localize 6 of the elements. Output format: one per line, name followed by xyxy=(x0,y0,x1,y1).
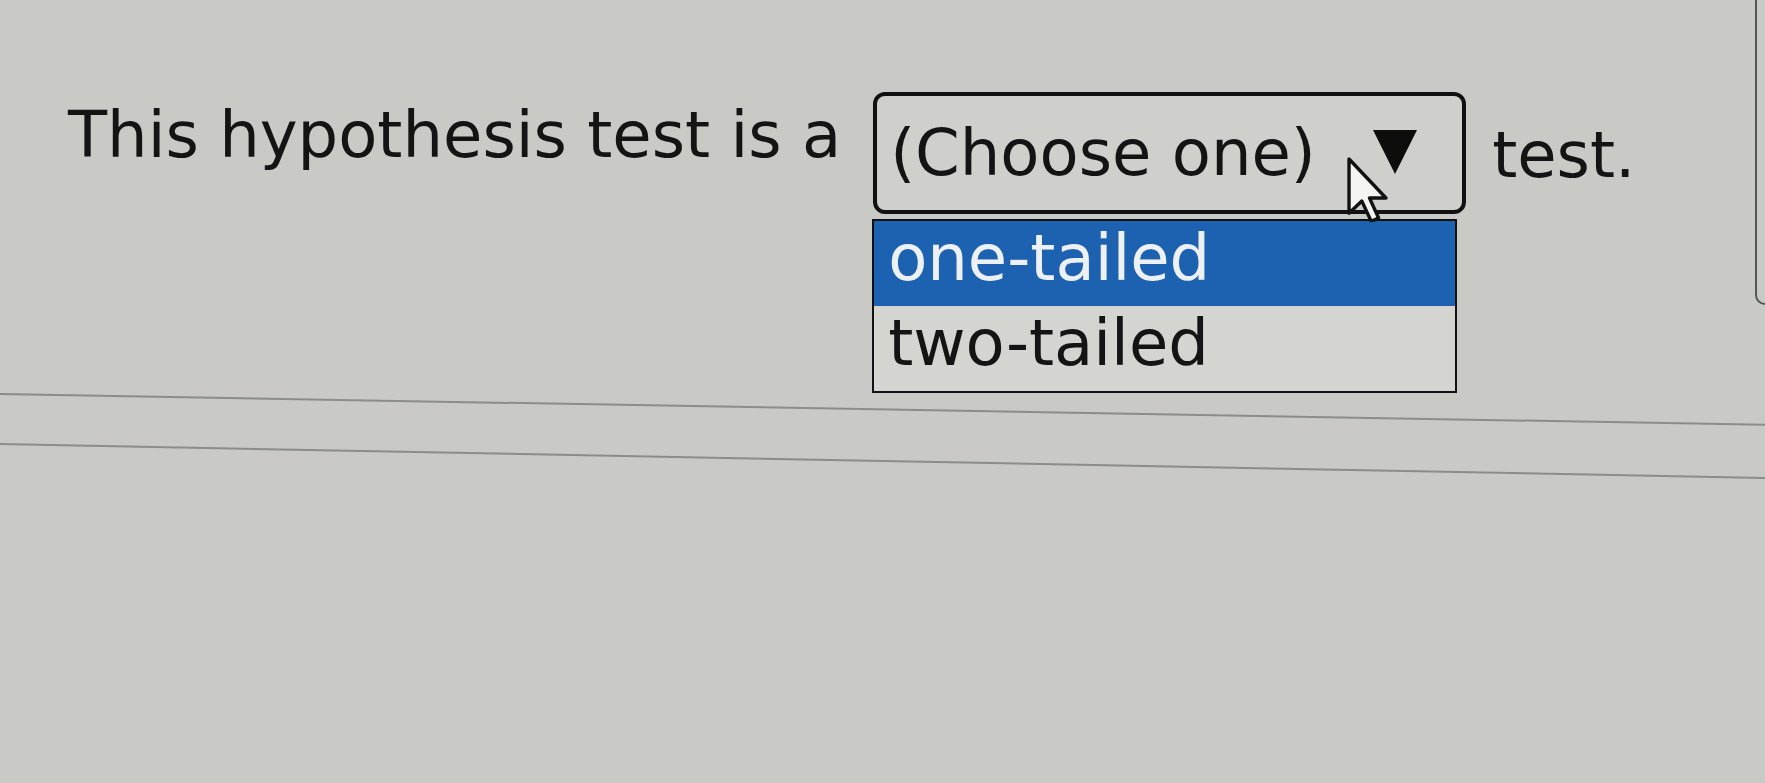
dropdown-select[interactable]: (Choose one) xyxy=(873,92,1467,214)
question-text: test. xyxy=(1492,118,1636,192)
caret-icon xyxy=(1373,130,1418,174)
dropdown-option[interactable]: one-tailed xyxy=(874,221,1456,306)
dropdown-option[interactable]: two-tailed xyxy=(874,306,1456,391)
question-text: This hypothesis test is a xyxy=(68,98,842,172)
